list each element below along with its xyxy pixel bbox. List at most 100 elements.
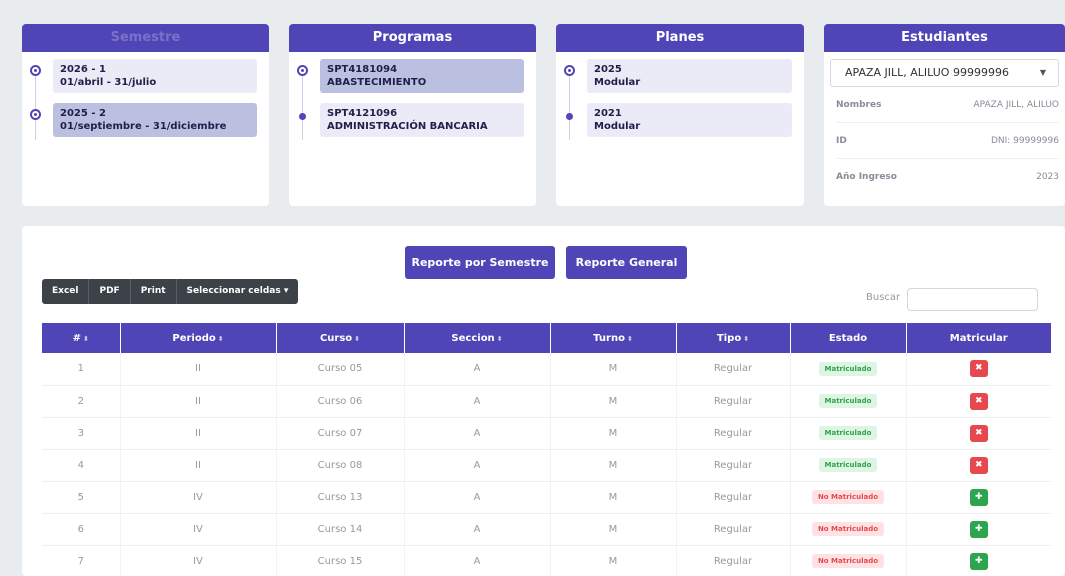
info-label: Nombres — [836, 99, 882, 110]
col-header[interactable]: Turno ⬍ — [550, 323, 677, 353]
col-header: Estado — [790, 323, 907, 353]
pdf-button[interactable]: PDF — [89, 279, 131, 304]
info-label: ID — [836, 135, 847, 146]
turno-cell: M — [550, 385, 677, 418]
row-number: 7 — [42, 545, 121, 576]
info-label: Año Ingreso — [836, 172, 897, 182]
table-row: 3 II Curso 07 A M Regular Matriculado ✖ — [42, 417, 1051, 450]
semestre-code: 2026 - 1 — [60, 64, 106, 75]
excel-button[interactable]: Excel — [42, 279, 90, 304]
user-add-icon[interactable]: ✚ — [969, 488, 988, 506]
plan-item[interactable]: 2021 Modular — [564, 103, 792, 137]
info-value: DNI: 99999996 — [990, 135, 1059, 146]
seccion-cell: A — [404, 545, 551, 576]
estudiante-info-row: Nombres APAZA JILL, ALILUO — [836, 87, 1059, 123]
programa-code: SPT4121096 — [327, 108, 398, 119]
curso-cell: Curso 08 — [276, 449, 405, 482]
semestre-title: Semestre — [22, 24, 269, 52]
semestre-range: 01/septiembre - 31/diciembre — [60, 121, 227, 132]
periodo-cell: II — [120, 449, 277, 482]
table-header-row: # ⬍ Periodo ⬍ Curso ⬍ Seccion ⬍ Turno ⬍ Tipo ⬍… — [42, 323, 1051, 353]
turno-cell: M — [550, 417, 677, 450]
timeline-dot-icon — [566, 113, 573, 120]
seccion-cell: A — [404, 481, 551, 514]
col-header[interactable]: # ⬍ — [42, 323, 121, 353]
programas-title: Programas — [289, 24, 536, 52]
programa-code: SPT4181094 — [327, 64, 398, 75]
seccion-cell: A — [404, 449, 551, 482]
periodo-cell: IV — [120, 481, 277, 514]
tipo-cell: Regular — [676, 449, 791, 482]
programas-card: Programas SPT4181094 ABASTECIMIENTO SPT4… — [289, 24, 536, 206]
col-header[interactable]: Tipo ⬍ — [676, 323, 791, 353]
estado-cell: Matriculado — [790, 449, 907, 482]
sort-icon: ⬍ — [217, 334, 224, 343]
col-header[interactable]: Curso ⬍ — [276, 323, 405, 353]
status-badge: Matriculado — [818, 458, 878, 472]
turno-cell: M — [550, 481, 677, 514]
semestre-item[interactable]: 2026 - 1 01/abril - 31/julio — [30, 59, 257, 93]
estudiante-info-row: ID DNI: 99999996 — [836, 123, 1059, 159]
print-button[interactable]: Print — [131, 279, 177, 304]
table-row: 2 II Curso 06 A M Regular Matriculado ✖ — [42, 385, 1051, 418]
matricular-cell: ✚ — [906, 545, 1051, 576]
user-remove-icon[interactable]: ✖ — [969, 392, 988, 410]
matricular-cell: ✖ — [906, 385, 1051, 418]
estudiantes-title: Estudiantes — [824, 24, 1065, 52]
curso-cell: Curso 14 — [276, 513, 405, 546]
timeline-dot-icon — [297, 65, 308, 76]
sort-icon: ⬍ — [743, 334, 750, 343]
reporte-semestre-button[interactable]: Reporte por Semestre — [405, 246, 555, 279]
status-badge: No Matriculado — [811, 490, 885, 504]
courses-table: # ⬍ Periodo ⬍ Curso ⬍ Seccion ⬍ Turno ⬍ Tipo ⬍… — [42, 323, 1051, 576]
semestre-code: 2025 - 2 — [60, 108, 106, 119]
info-value: 2023 — [1036, 172, 1059, 182]
table-row: 5 IV Curso 13 A M Regular No Matriculado ✚ — [42, 481, 1051, 514]
user-remove-icon[interactable]: ✖ — [969, 424, 988, 442]
user-remove-icon[interactable]: ✖ — [969, 456, 988, 474]
table-row: 1 II Curso 05 A M Regular Matriculado ✖ — [42, 353, 1051, 386]
tipo-cell: Regular — [676, 545, 791, 576]
turno-cell: M — [550, 353, 677, 386]
select-cells-button[interactable]: Seleccionar celdas ▾ — [177, 279, 299, 304]
semestre-item[interactable]: 2025 - 2 01/septiembre - 31/diciembre — [30, 103, 257, 137]
programa-item[interactable]: SPT4121096 ADMINISTRACIÓN BANCARIA — [297, 103, 524, 137]
row-number: 5 — [42, 481, 121, 514]
programa-name: ABASTECIMIENTO — [327, 77, 427, 88]
tipo-cell: Regular — [676, 385, 791, 418]
periodo-cell: II — [120, 417, 277, 450]
periodo-cell: II — [120, 353, 277, 386]
chevron-down-icon: ▼ — [1039, 68, 1046, 77]
turno-cell: M — [550, 513, 677, 546]
estudiante-select[interactable]: APAZA JILL, ALILUO 99999996 ▼ — [830, 59, 1059, 87]
estudiantes-card: Estudiantes APAZA JILL, ALILUO 99999996 … — [824, 24, 1065, 206]
col-header[interactable]: Periodo ⬍ — [120, 323, 277, 353]
row-number: 4 — [42, 449, 121, 482]
user-remove-icon[interactable]: ✖ — [969, 360, 988, 378]
search-input[interactable] — [907, 288, 1038, 311]
matricular-cell: ✖ — [906, 353, 1051, 386]
timeline-dot-icon — [30, 109, 41, 120]
status-badge: No Matriculado — [811, 554, 885, 568]
sort-icon: ⬍ — [496, 334, 503, 343]
semestre-range: 01/abril - 31/julio — [60, 77, 157, 88]
programa-name: ADMINISTRACIÓN BANCARIA — [327, 121, 488, 132]
user-add-icon[interactable]: ✚ — [969, 520, 988, 538]
user-add-icon[interactable]: ✚ — [969, 552, 988, 570]
plan-item[interactable]: 2025 Modular — [564, 59, 792, 93]
tipo-cell: Regular — [676, 481, 791, 514]
table-row: 7 IV Curso 15 A M Regular No Matriculado ✚ — [42, 545, 1051, 576]
estado-cell: No Matriculado — [790, 513, 907, 546]
programa-item[interactable]: SPT4181094 ABASTECIMIENTO — [297, 59, 524, 93]
sort-icon: ⬍ — [83, 334, 89, 343]
sort-icon: ⬍ — [626, 334, 633, 343]
col-header[interactable]: Seccion ⬍ — [404, 323, 551, 353]
info-value: APAZA JILL, ALILUO — [973, 99, 1059, 110]
tipo-cell: Regular — [676, 513, 791, 546]
col-header: Matricular — [906, 323, 1051, 353]
reporte-general-button[interactable]: Reporte General — [566, 246, 687, 279]
estado-cell: Matriculado — [790, 353, 907, 386]
table-row: 6 IV Curso 14 A M Regular No Matriculado ✚ — [42, 513, 1051, 546]
turno-cell: M — [550, 545, 677, 576]
timeline-dot-icon — [30, 65, 41, 76]
